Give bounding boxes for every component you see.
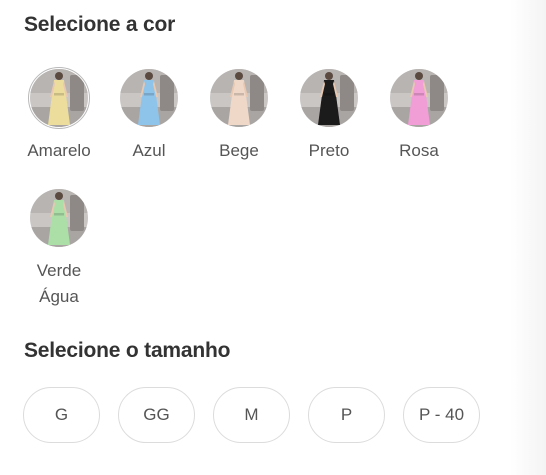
color-swatch-amarelo[interactable]: Amarelo [21, 67, 97, 164]
dress-thumbnail-image [210, 69, 268, 127]
size-option-p[interactable]: P [308, 387, 385, 443]
color-swatch-verde-agua[interactable]: Verde Água [21, 187, 97, 310]
color-swatch-label: Azul [132, 141, 166, 160]
color-swatch-ring [118, 67, 180, 129]
color-swatch-ring [388, 67, 450, 129]
dress-thumbnail-image [30, 69, 88, 127]
color-swatch-azul[interactable]: Azul [111, 67, 187, 164]
size-option-m[interactable]: M [213, 387, 290, 443]
color-swatch-label: Rosa [399, 141, 439, 160]
dress-thumbnail-image [30, 189, 88, 247]
color-swatch-ring [208, 67, 270, 129]
color-section-title: Selecione a cor [24, 13, 176, 36]
right-edge-shadow [510, 0, 546, 475]
color-swatch-preto[interactable]: Preto [291, 67, 367, 164]
color-swatch-label: Verde Água [36, 261, 82, 306]
dress-thumbnail-image [390, 69, 448, 127]
color-swatch-label: Preto [308, 141, 350, 160]
size-option-p-40[interactable]: P - 40 [403, 387, 480, 443]
color-swatch-ring [28, 187, 90, 249]
size-option-g[interactable]: G [23, 387, 100, 443]
color-swatch-label: Amarelo [27, 141, 91, 160]
size-option-gg[interactable]: GG [118, 387, 195, 443]
dress-thumbnail-image [300, 69, 358, 127]
color-swatch-label: Bege [219, 141, 259, 160]
color-swatch-ring [298, 67, 360, 129]
dress-thumbnail-image [120, 69, 178, 127]
color-swatch-rosa[interactable]: Rosa [381, 67, 457, 164]
size-section-title: Selecione o tamanho [24, 339, 231, 362]
color-swatch-bege[interactable]: Bege [201, 67, 277, 164]
color-swatch-ring [28, 67, 90, 129]
